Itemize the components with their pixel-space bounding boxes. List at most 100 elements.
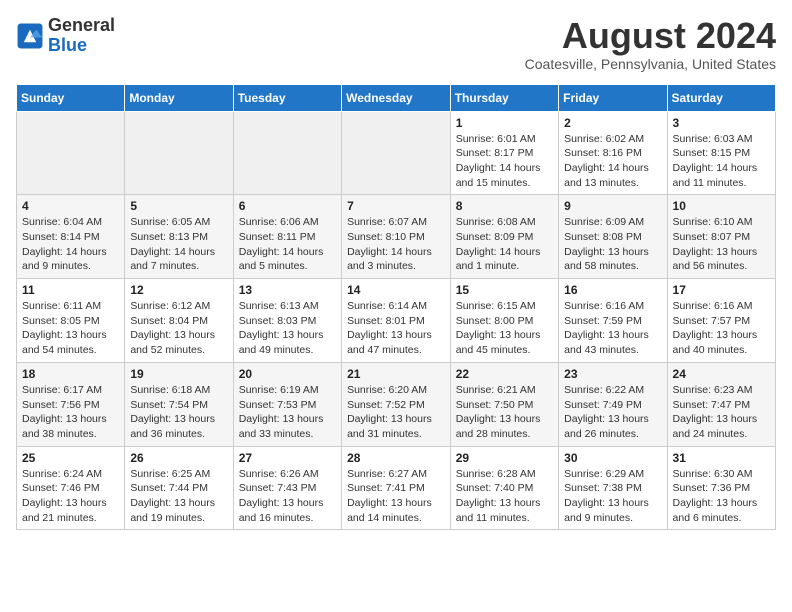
day-cell: 6 Sunrise: 6:06 AM Sunset: 8:11 PM Daylig… <box>233 195 341 279</box>
day-cell: 29 Sunrise: 6:28 AM Sunset: 7:40 PM Dayli… <box>450 446 558 530</box>
day-number: 2 <box>564 116 661 130</box>
day-number: 22 <box>456 367 553 381</box>
day-number: 19 <box>130 367 227 381</box>
day-info: Sunrise: 6:16 AM Sunset: 7:57 PM Dayligh… <box>673 299 770 358</box>
day-cell <box>17 111 125 195</box>
day-info: Sunrise: 6:05 AM Sunset: 8:13 PM Dayligh… <box>130 215 227 274</box>
day-number: 16 <box>564 283 661 297</box>
day-info: Sunrise: 6:11 AM Sunset: 8:05 PM Dayligh… <box>22 299 119 358</box>
header-cell-sunday: Sunday <box>17 84 125 111</box>
day-number: 14 <box>347 283 445 297</box>
day-info: Sunrise: 6:16 AM Sunset: 7:59 PM Dayligh… <box>564 299 661 358</box>
day-number: 20 <box>239 367 336 381</box>
day-number: 5 <box>130 199 227 213</box>
day-info: Sunrise: 6:04 AM Sunset: 8:14 PM Dayligh… <box>22 215 119 274</box>
day-info: Sunrise: 6:14 AM Sunset: 8:01 PM Dayligh… <box>347 299 445 358</box>
day-info: Sunrise: 6:02 AM Sunset: 8:16 PM Dayligh… <box>564 132 661 191</box>
day-number: 23 <box>564 367 661 381</box>
day-number: 6 <box>239 199 336 213</box>
calendar-table: SundayMondayTuesdayWednesdayThursdayFrid… <box>16 84 776 531</box>
day-number: 18 <box>22 367 119 381</box>
day-cell: 26 Sunrise: 6:25 AM Sunset: 7:44 PM Dayli… <box>125 446 233 530</box>
day-cell: 14 Sunrise: 6:14 AM Sunset: 8:01 PM Dayli… <box>342 279 451 363</box>
day-cell: 7 Sunrise: 6:07 AM Sunset: 8:10 PM Daylig… <box>342 195 451 279</box>
day-info: Sunrise: 6:17 AM Sunset: 7:56 PM Dayligh… <box>22 383 119 442</box>
day-number: 25 <box>22 451 119 465</box>
day-number: 7 <box>347 199 445 213</box>
day-cell: 12Sunrise: 6:12 AM Sunset: 8:04 PM Dayli… <box>125 279 233 363</box>
day-number: 31 <box>673 451 770 465</box>
day-number: 24 <box>673 367 770 381</box>
week-row-3: 11 Sunrise: 6:11 AM Sunset: 8:05 PM Dayli… <box>17 279 776 363</box>
day-info: Sunrise: 6:06 AM Sunset: 8:11 PM Dayligh… <box>239 215 336 274</box>
day-number: 1 <box>456 116 553 130</box>
logo-line2: Blue <box>48 36 115 56</box>
day-cell: 8 Sunrise: 6:08 AM Sunset: 8:09 PM Daylig… <box>450 195 558 279</box>
day-cell: 30 Sunrise: 6:29 AM Sunset: 7:38 PM Dayli… <box>559 446 667 530</box>
day-cell: 22Sunrise: 6:21 AM Sunset: 7:50 PM Dayli… <box>450 362 558 446</box>
day-cell: 16 Sunrise: 6:16 AM Sunset: 7:59 PM Dayli… <box>559 279 667 363</box>
calendar-body: 1Sunrise: 6:01 AM Sunset: 8:17 PM Daylig… <box>17 111 776 530</box>
day-info: Sunrise: 6:29 AM Sunset: 7:38 PM Dayligh… <box>564 467 661 526</box>
day-cell <box>125 111 233 195</box>
day-cell: 23 Sunrise: 6:22 AM Sunset: 7:49 PM Dayli… <box>559 362 667 446</box>
day-number: 11 <box>22 283 119 297</box>
day-info: Sunrise: 6:28 AM Sunset: 7:40 PM Dayligh… <box>456 467 553 526</box>
day-info: Sunrise: 6:18 AM Sunset: 7:54 PM Dayligh… <box>130 383 227 442</box>
week-row-5: 25Sunrise: 6:24 AM Sunset: 7:46 PM Dayli… <box>17 446 776 530</box>
day-number: 30 <box>564 451 661 465</box>
day-number: 4 <box>22 199 119 213</box>
day-cell: 17 Sunrise: 6:16 AM Sunset: 7:57 PM Dayli… <box>667 279 775 363</box>
day-info: Sunrise: 6:03 AM Sunset: 8:15 PM Dayligh… <box>673 132 770 191</box>
day-info: Sunrise: 6:23 AM Sunset: 7:47 PM Dayligh… <box>673 383 770 442</box>
week-row-1: 1Sunrise: 6:01 AM Sunset: 8:17 PM Daylig… <box>17 111 776 195</box>
week-row-4: 18 Sunrise: 6:17 AM Sunset: 7:56 PM Dayli… <box>17 362 776 446</box>
day-number: 10 <box>673 199 770 213</box>
day-info: Sunrise: 6:13 AM Sunset: 8:03 PM Dayligh… <box>239 299 336 358</box>
subtitle: Coatesville, Pennsylvania, United States <box>525 56 776 72</box>
day-number: 29 <box>456 451 553 465</box>
header-row: SundayMondayTuesdayWednesdayThursdayFrid… <box>17 84 776 111</box>
header-cell-friday: Friday <box>559 84 667 111</box>
calendar-header: SundayMondayTuesdayWednesdayThursdayFrid… <box>17 84 776 111</box>
day-info: Sunrise: 6:19 AM Sunset: 7:53 PM Dayligh… <box>239 383 336 442</box>
day-cell: 25Sunrise: 6:24 AM Sunset: 7:46 PM Dayli… <box>17 446 125 530</box>
logo-icon <box>16 22 44 50</box>
day-cell: 20 Sunrise: 6:19 AM Sunset: 7:53 PM Dayli… <box>233 362 341 446</box>
day-cell: 3Sunrise: 6:03 AM Sunset: 8:15 PM Daylig… <box>667 111 775 195</box>
day-info: Sunrise: 6:26 AM Sunset: 7:43 PM Dayligh… <box>239 467 336 526</box>
day-cell: 1Sunrise: 6:01 AM Sunset: 8:17 PM Daylig… <box>450 111 558 195</box>
day-cell: 27 Sunrise: 6:26 AM Sunset: 7:43 PM Dayli… <box>233 446 341 530</box>
day-cell: 13Sunrise: 6:13 AM Sunset: 8:03 PM Dayli… <box>233 279 341 363</box>
day-info: Sunrise: 6:12 AM Sunset: 8:04 PM Dayligh… <box>130 299 227 358</box>
day-cell: 10 Sunrise: 6:10 AM Sunset: 8:07 PM Dayli… <box>667 195 775 279</box>
title-block: August 2024 Coatesville, Pennsylvania, U… <box>525 16 776 72</box>
header-cell-thursday: Thursday <box>450 84 558 111</box>
day-cell <box>342 111 451 195</box>
day-cell: 21Sunrise: 6:20 AM Sunset: 7:52 PM Dayli… <box>342 362 451 446</box>
day-info: Sunrise: 6:20 AM Sunset: 7:52 PM Dayligh… <box>347 383 445 442</box>
logo: General Blue <box>16 16 115 56</box>
day-number: 8 <box>456 199 553 213</box>
day-cell: 4 Sunrise: 6:04 AM Sunset: 8:14 PM Daylig… <box>17 195 125 279</box>
week-row-2: 4 Sunrise: 6:04 AM Sunset: 8:14 PM Daylig… <box>17 195 776 279</box>
day-info: Sunrise: 6:07 AM Sunset: 8:10 PM Dayligh… <box>347 215 445 274</box>
day-cell <box>233 111 341 195</box>
day-number: 26 <box>130 451 227 465</box>
day-cell: 11 Sunrise: 6:11 AM Sunset: 8:05 PM Dayli… <box>17 279 125 363</box>
day-number: 17 <box>673 283 770 297</box>
day-info: Sunrise: 6:25 AM Sunset: 7:44 PM Dayligh… <box>130 467 227 526</box>
day-info: Sunrise: 6:30 AM Sunset: 7:36 PM Dayligh… <box>673 467 770 526</box>
day-info: Sunrise: 6:15 AM Sunset: 8:00 PM Dayligh… <box>456 299 553 358</box>
day-cell: 18 Sunrise: 6:17 AM Sunset: 7:56 PM Dayli… <box>17 362 125 446</box>
day-number: 28 <box>347 451 445 465</box>
day-info: Sunrise: 6:22 AM Sunset: 7:49 PM Dayligh… <box>564 383 661 442</box>
day-info: Sunrise: 6:09 AM Sunset: 8:08 PM Dayligh… <box>564 215 661 274</box>
page-header: General Blue August 2024 Coatesville, Pe… <box>16 16 776 72</box>
day-number: 27 <box>239 451 336 465</box>
day-cell: 9Sunrise: 6:09 AM Sunset: 8:08 PM Daylig… <box>559 195 667 279</box>
day-info: Sunrise: 6:10 AM Sunset: 8:07 PM Dayligh… <box>673 215 770 274</box>
day-info: Sunrise: 6:08 AM Sunset: 8:09 PM Dayligh… <box>456 215 553 274</box>
day-cell: 24 Sunrise: 6:23 AM Sunset: 7:47 PM Dayli… <box>667 362 775 446</box>
day-number: 15 <box>456 283 553 297</box>
